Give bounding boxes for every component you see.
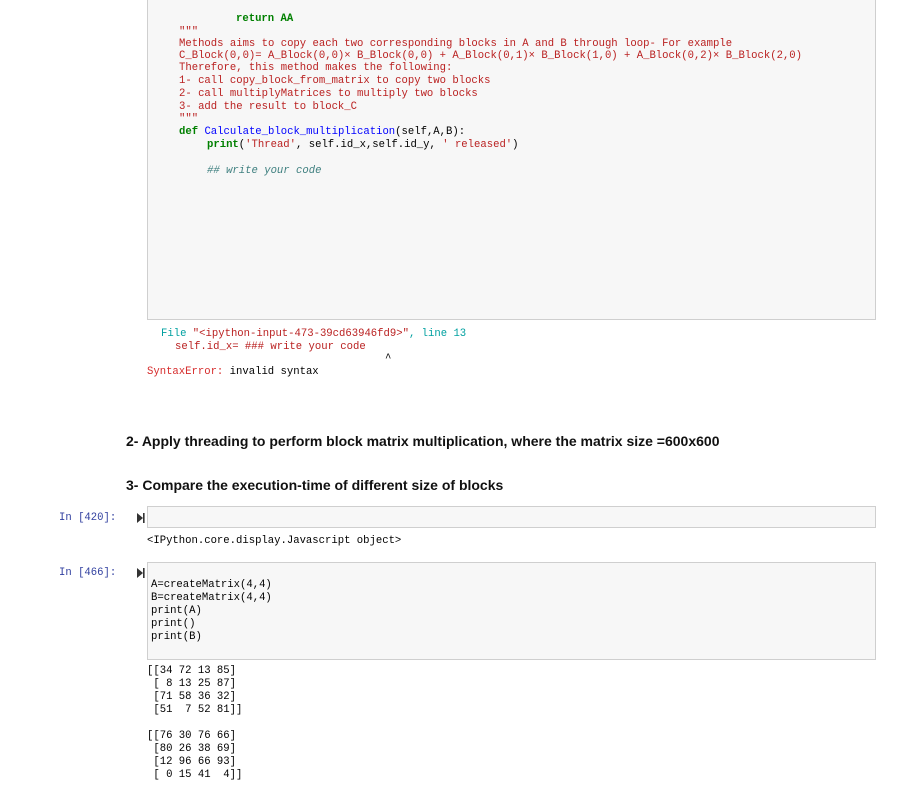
matrix-a-row: [[34 72 13 85] <box>147 665 237 677</box>
code-line-return: return AA <box>236 13 294 25</box>
code-comment: ## write your code <box>207 165 322 177</box>
docstring-line-5: 2- call multiplyMatrices to multiply two… <box>179 88 478 100</box>
matrix-a-row: [ 8 13 25 87] <box>147 678 237 690</box>
traceback-file-path: "<ipython-input-473-39cd63946fd9>" <box>192 328 409 340</box>
print-keyword: print <box>207 139 239 151</box>
matrix-b-row: [[76 30 76 66] <box>147 730 237 742</box>
cell-420-prompt: In [420]: <box>59 512 117 524</box>
heading-compare-execution: 3- Compare the execution-time of differe… <box>126 477 504 493</box>
traceback-line-number: , line 13 <box>408 328 467 340</box>
docstring-close: """ <box>179 113 199 125</box>
docstring-line-3: Therefore, this method makes the followi… <box>179 62 453 74</box>
matrix-b-row: [80 26 38 69] <box>147 743 237 755</box>
docstring-line-2: C_Block(0,0)= A_Block(0,0)× B_Block(0,0)… <box>179 50 803 62</box>
print-string-2: ' released' <box>442 139 513 151</box>
def-keyword: def <box>179 126 199 138</box>
def-function-name: Calculate_block_multiplication <box>204 126 396 138</box>
cell-466-input[interactable] <box>147 562 876 660</box>
heading-apply-threading: 2- Apply threading to perform block matr… <box>126 433 720 449</box>
code-line: B=createMatrix(4,4) <box>151 592 272 604</box>
print-string-1: 'Thread' <box>245 139 297 151</box>
error-line: SyntaxError: invalid syntax <box>147 366 319 378</box>
error-name: SyntaxError: <box>147 366 224 378</box>
matrix-b-row: [12 96 66 93] <box>147 756 237 768</box>
traceback-caret: ^ <box>385 353 392 365</box>
run-cell-icon[interactable] <box>136 513 145 523</box>
traceback-file-label: File <box>161 328 193 340</box>
traceback-code-line: self.id_x= ### write your code <box>175 341 366 353</box>
matrix-b-row: [ 0 15 41 4]] <box>147 769 243 781</box>
docstring-line-4: 1- call copy_block_from_matrix to copy t… <box>179 75 491 87</box>
def-args: (self,A,B): <box>395 126 466 138</box>
assign-a: A=createMatrix(4,4) <box>151 579 272 591</box>
code-line: print(B) <box>151 631 202 643</box>
print-paren-close: ) <box>512 139 519 151</box>
docstring-line-6: 3- add the result to block_C <box>179 101 358 113</box>
cell-466-prompt: In [466]: <box>59 567 117 579</box>
matrix-a-row: [51 7 52 81]] <box>147 704 243 716</box>
traceback-file-line: File "<ipython-input-473-39cd63946fd9>",… <box>161 328 466 340</box>
assign-b: B=createMatrix(4,4) <box>151 592 272 604</box>
code-line-print: print('Thread', self.id_x,self.id_y, ' r… <box>207 139 519 151</box>
docstring-open: """ <box>179 26 199 38</box>
code-line: print() <box>151 618 196 630</box>
error-message: invalid syntax <box>229 366 319 378</box>
code-line-def: def Calculate_block_multiplication(self,… <box>179 126 465 138</box>
cell-420-output: <IPython.core.display.Javascript object> <box>147 535 402 547</box>
run-cell-icon[interactable] <box>136 568 145 578</box>
code-line: A=createMatrix(4,4) <box>151 579 272 591</box>
code-line: print(A) <box>151 605 202 617</box>
print-args: , self.id_x,self.id_y, <box>296 139 443 151</box>
cell-420-input[interactable] <box>147 506 876 528</box>
matrix-a-row: [71 58 36 32] <box>147 691 237 703</box>
docstring-line-1: Methods aims to copy each two correspond… <box>179 38 733 50</box>
